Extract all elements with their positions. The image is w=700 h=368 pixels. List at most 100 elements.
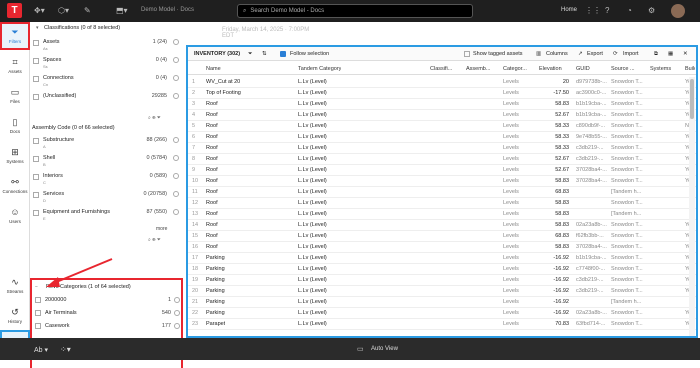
checkbox[interactable] [33,156,39,162]
list-item[interactable]: Spaces Ss 0 (4) [33,57,179,69]
app-logo[interactable]: T [7,3,22,18]
table-row[interactable]: 5 Roof L.Lv (Level) Levels 58.33 c890db9f-...… [188,121,696,132]
settings-icon[interactable]: ⚙ [648,6,655,15]
table-row[interactable]: 1 WV_Cut at 20 L.Lv (Level) Levels 20 d979738… [188,77,696,88]
measure-icon[interactable]: ✎ [84,6,91,15]
col-systems[interactable]: Systems [650,66,671,72]
list-item[interactable]: Interiors C 0 (589) [33,173,179,185]
col-source[interactable]: Source ... [611,66,635,72]
rail-streams[interactable]: ∿ Streams [0,272,30,300]
list-item[interactable]: Connections Cn 0 (4) [33,75,179,87]
rail-connections[interactable]: ⚯ Connections [0,172,30,200]
list-item[interactable]: Assets As 1 (24) [33,39,179,51]
radio[interactable] [173,173,179,179]
text-tool-icon[interactable]: Ab ▾ [34,346,48,354]
col-assembly[interactable]: Assemb... [466,66,496,72]
table-row[interactable]: 9 Roof L.Lv (Level) Levels 52.67 37028ba4-...… [188,165,696,176]
checkbox[interactable] [33,174,39,180]
table-row[interactable]: 13 Roof L.Lv (Level) Levels 58.83 [Tandem h..… [188,209,696,220]
radio[interactable] [173,137,179,143]
radio[interactable] [174,323,180,329]
close-icon[interactable]: ✕ [683,51,688,57]
col-category[interactable]: Categor... [503,66,533,72]
radio[interactable] [173,191,179,197]
table-row[interactable]: 8 Roof L.Lv (Level) Levels 52.67 c3db219-... S… [188,154,696,165]
auto-view-icon[interactable]: ▭ [357,345,364,353]
checkbox[interactable] [35,310,41,316]
table-row[interactable]: 23 Parapet L.Lv (Level) Levels 70.83 63fbd714… [188,319,696,330]
table-row[interactable]: 20 Parking L.Lv (Level) Levels -16.92 c3db219… [188,286,696,297]
layout-icon[interactable]: ▦ [668,51,673,57]
table-row[interactable]: 17 Parking L.Lv (Level) Levels -16.92 b1b19cb… [188,253,696,264]
rail-systems[interactable]: ⊞ Systems [0,142,30,170]
rail-docs[interactable]: ▯ Docs [0,112,30,140]
table-row[interactable]: 16 Roof L.Lv (Level) Levels 58.83 37028ba4-..… [188,242,696,253]
collapse-icon[interactable]: − [35,284,38,290]
list-item[interactable]: Substructure A 88 (266) [33,137,179,149]
search-input[interactable]: ⌕ Search Demo Model - Docs [237,4,473,18]
section-icon[interactable]: ⬒▾ [116,6,128,15]
checkbox[interactable] [33,138,39,144]
export-button[interactable]: Export [587,51,603,57]
table-row[interactable]: 10 Roof L.Lv (Level) Levels 58.83 37028ba4-..… [188,176,696,187]
table-row[interactable]: 21 Parking L.Lv (Level) Levels -16.92 [Tandem… [188,297,696,308]
rail-users[interactable]: ☺ Users [0,202,30,230]
radio[interactable] [173,155,179,161]
col-guid[interactable]: GUID [576,66,590,72]
rail-filters[interactable]: ⏷ Filters [0,22,30,50]
help-icon[interactable]: ? [605,6,609,15]
auto-view-label[interactable]: Auto View [371,346,398,352]
table-row[interactable]: 3 Roof L.Lv (Level) Levels 58.83 b1b19cba-...… [188,99,696,110]
follow-selection-checkbox[interactable] [280,51,286,57]
import-button[interactable]: Import [623,51,639,57]
collapse-icon[interactable]: ▾ [36,25,39,31]
list-item[interactable]: Shell B 0 (5784) [33,155,179,167]
checkbox[interactable] [33,210,39,216]
home-link[interactable]: Home [561,7,577,13]
nodes-icon[interactable]: ⁘▾ [60,345,71,354]
table-row[interactable]: 11 Roof L.Lv (Level) Levels 68.83 [Tandem h..… [188,187,696,198]
list-item[interactable]: Equipment and Furnishings E 87 (550) [33,209,179,221]
table-row[interactable]: 12 Roof L.Lv (Level) Levels 58.83 Snowdon T..… [188,198,696,209]
radio[interactable] [173,93,179,99]
table-row[interactable]: 22 Parking L.Lv (Level) Levels -16.92 02a23a8… [188,308,696,319]
rail-assets[interactable]: ⌗ Assets [0,52,30,80]
checkbox[interactable] [33,94,39,100]
radio[interactable] [173,75,179,81]
col-building[interactable]: Build... [685,66,695,72]
checkbox[interactable] [33,76,39,82]
col-classification[interactable]: Classifi... [430,66,462,72]
checkbox[interactable] [35,323,41,329]
filter-icon[interactable]: ⏷ [248,51,252,58]
cube-icon[interactable]: ⬡▾ [58,6,69,15]
radio[interactable] [174,310,180,316]
col-elevation[interactable]: Elevation [539,66,562,72]
table-row[interactable]: 14 Roof L.Lv (Level) Levels 58.83 02a23a8b-..… [188,220,696,231]
search-icon[interactable]: ⌕ ⊕ ⏷ [148,115,161,121]
vertical-scrollbar[interactable] [689,77,695,336]
columns-button[interactable]: Columns [546,51,568,57]
checkbox[interactable] [35,297,41,303]
rail-history[interactable]: ↺ History [0,302,30,330]
more-link[interactable]: more [156,226,167,232]
table-row[interactable]: 2 Top of Footing L.Lv (Level) Levels -17.50 a… [188,88,696,99]
checkbox[interactable] [33,192,39,198]
radio[interactable] [173,57,179,63]
bell-icon[interactable]: ◔ [627,6,632,15]
checkbox[interactable] [33,40,39,46]
move-icon[interactable]: ✥▾ [34,6,45,15]
rail-files[interactable]: ▭ Files [0,82,30,110]
radio[interactable] [173,209,179,215]
filter-tools-icon[interactable]: ⌕ ⊕ ⏷ [148,237,161,243]
sort-icon[interactable]: ⇅ [262,51,267,57]
scroll-thumb[interactable] [690,79,694,119]
table-row[interactable]: 19 Parking L.Lv (Level) Levels -16.92 c3db219… [188,275,696,286]
table-row[interactable]: 6 Roof L.Lv (Level) Levels 58.33 9e748b55-...… [188,132,696,143]
col-tandem-category[interactable]: Tandem Category [298,66,341,72]
list-item[interactable]: Services D 0 (20758) [33,191,179,203]
avatar[interactable] [671,4,685,18]
radio[interactable] [174,297,180,303]
table-row[interactable]: 18 Parking L.Lv (Level) Levels -16.92 c7748f0… [188,264,696,275]
window-icon[interactable]: ⧉ [654,51,658,58]
col-name[interactable]: Name [206,66,221,72]
